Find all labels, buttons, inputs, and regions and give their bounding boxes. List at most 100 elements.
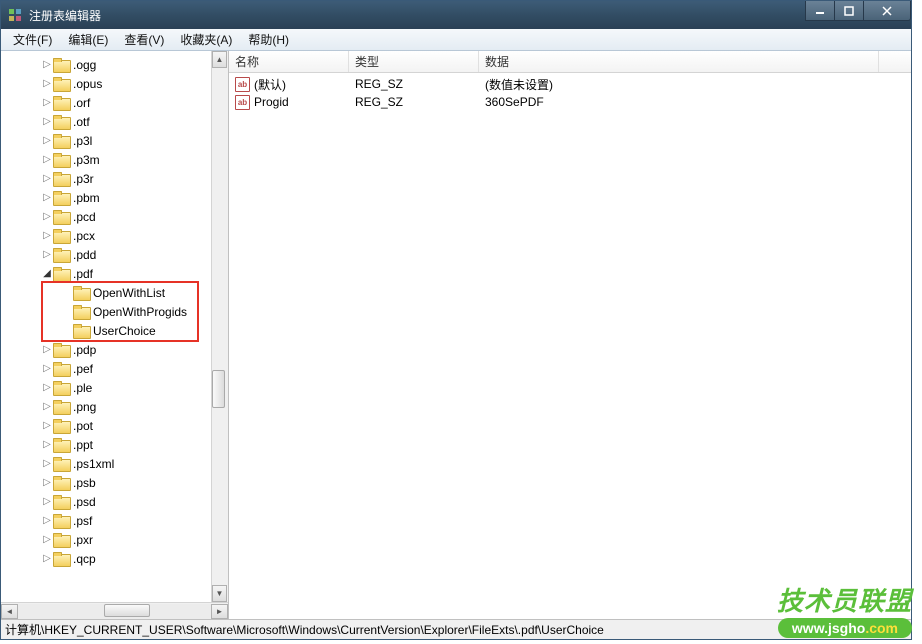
tree-item[interactable]: ▷ .qcp (1, 549, 228, 568)
tree-item-label: .orf (73, 96, 90, 110)
expand-icon[interactable]: ▷ (41, 230, 53, 241)
tree-item-label: .pdf (73, 267, 93, 281)
tree-pane: ▷.ogg▷.opus▷.orf▷.otf▷.p3l▷.p3m▷.p3r▷.pb… (1, 51, 229, 619)
expand-icon[interactable]: ▷ (41, 59, 53, 70)
menu-file[interactable]: 文件(F) (5, 29, 60, 50)
tree-item[interactable]: ▷ .psf (1, 511, 228, 530)
expand-icon[interactable]: ▷ (41, 401, 53, 412)
tree-item[interactable]: ▷.ogg (1, 55, 228, 74)
expand-icon[interactable]: ▷ (41, 553, 53, 564)
expand-icon[interactable]: ▷ (41, 515, 53, 526)
tree-item[interactable]: ▷.pcx (1, 226, 228, 245)
tree-item[interactable]: ▷ .pdd (1, 245, 228, 264)
expand-icon[interactable]: ▷ (41, 458, 53, 469)
titlebar[interactable]: 注册表编辑器 (1, 1, 911, 29)
menu-edit[interactable]: 编辑(E) (60, 29, 116, 50)
tree-item[interactable]: ▷.pbm (1, 188, 228, 207)
tree-item[interactable]: ▷.ppt (1, 435, 228, 454)
tree-item[interactable]: ▷ .pot (1, 416, 228, 435)
folder-icon (53, 400, 69, 414)
tree-item[interactable]: ▷.pdp (1, 340, 228, 359)
tree-item-label: .pcd (73, 210, 96, 224)
tree-item-label: .p3r (73, 172, 94, 186)
scroll-up-arrow-icon[interactable]: ▲ (212, 51, 227, 68)
minimize-button[interactable] (805, 1, 835, 21)
tree-item-label: OpenWithList (93, 286, 165, 300)
col-header-type[interactable]: 类型 (349, 51, 479, 72)
statusbar: 计算机\HKEY_CURRENT_USER\Software\Microsoft… (1, 619, 911, 639)
expand-icon[interactable]: ▷ (41, 135, 53, 146)
list-body[interactable]: ab(默认)REG_SZ(数值未设置)abProgidREG_SZ360SePD… (229, 73, 911, 619)
tree-item[interactable]: ◢ .pdf (1, 264, 228, 283)
tree-item[interactable]: ▷.psb (1, 473, 228, 492)
tree-item[interactable]: UserChoice (1, 321, 228, 340)
folder-icon (53, 96, 69, 110)
expand-icon[interactable]: ▷ (41, 344, 53, 355)
tree-item-label: .pdd (73, 248, 96, 262)
folder-icon (53, 438, 69, 452)
tree-item-label: .pot (73, 419, 93, 433)
tree-item[interactable]: ▷ .orf (1, 93, 228, 112)
scroll-left-arrow-icon[interactable]: ◄ (1, 604, 18, 619)
expand-icon[interactable]: ▷ (41, 173, 53, 184)
horizontal-scroll-thumb[interactable] (104, 604, 150, 617)
menu-favorites[interactable]: 收藏夹(A) (172, 29, 240, 50)
tree-item-label: .ple (73, 381, 92, 395)
tree-item[interactable]: ▷ .otf (1, 112, 228, 131)
maximize-button[interactable] (834, 1, 864, 21)
folder-icon (53, 552, 69, 566)
expand-icon[interactable]: ▷ (41, 382, 53, 393)
scroll-right-arrow-icon[interactable]: ► (211, 604, 228, 619)
tree-item[interactable]: OpenWithList (1, 283, 228, 302)
tree-item[interactable]: ▷ .pcd (1, 207, 228, 226)
col-header-name[interactable]: 名称 (229, 51, 349, 72)
expand-icon[interactable]: ▷ (41, 534, 53, 545)
expand-icon[interactable]: ▷ (41, 420, 53, 431)
expand-icon[interactable]: ▷ (41, 192, 53, 203)
collapse-icon[interactable]: ◢ (41, 268, 53, 279)
tree-item-label: .psf (73, 514, 92, 528)
tree-horizontal-scrollbar[interactable]: ◄ ► (1, 602, 228, 619)
folder-icon (53, 343, 69, 357)
tree-view[interactable]: ▷.ogg▷.opus▷.orf▷.otf▷.p3l▷.p3m▷.p3r▷.pb… (1, 51, 228, 602)
folder-icon (53, 533, 69, 547)
expand-icon[interactable]: ▷ (41, 477, 53, 488)
expand-icon[interactable]: ▷ (41, 249, 53, 260)
folder-icon (53, 191, 69, 205)
list-row[interactable]: ab(默认)REG_SZ(数值未设置) (229, 75, 911, 93)
tree-item-label: .pef (73, 362, 93, 376)
expand-icon[interactable]: ▷ (41, 154, 53, 165)
tree-item[interactable]: ▷.psd (1, 492, 228, 511)
folder-icon (53, 115, 69, 129)
menu-help[interactable]: 帮助(H) (240, 29, 297, 50)
close-button[interactable] (863, 1, 911, 21)
expand-icon[interactable]: ▷ (41, 496, 53, 507)
tree-item[interactable]: ▷.p3m (1, 150, 228, 169)
tree-item[interactable]: ▷.opus (1, 74, 228, 93)
scroll-down-arrow-icon[interactable]: ▼ (212, 585, 227, 602)
expand-icon[interactable]: ▷ (41, 211, 53, 222)
expand-icon[interactable]: ▷ (41, 78, 53, 89)
vertical-scroll-thumb[interactable] (212, 370, 225, 408)
menu-view[interactable]: 查看(V) (116, 29, 172, 50)
tree-item[interactable]: ▷ .ps1xml (1, 454, 228, 473)
tree-item-label: .otf (73, 115, 90, 129)
tree-item[interactable]: ▷ .ple (1, 378, 228, 397)
expand-icon[interactable]: ▷ (41, 439, 53, 450)
tree-item[interactable]: ▷.pxr (1, 530, 228, 549)
tree-item-label: .ps1xml (73, 457, 114, 471)
reg-string-icon: ab (235, 77, 250, 92)
tree-item-label: .qcp (73, 552, 96, 566)
list-row[interactable]: abProgidREG_SZ360SePDF (229, 93, 911, 111)
tree-item[interactable]: ▷.p3l (1, 131, 228, 150)
tree-item[interactable]: ▷ .pef (1, 359, 228, 378)
expand-icon[interactable]: ▷ (41, 116, 53, 127)
tree-item[interactable]: OpenWithProgids (1, 302, 228, 321)
expand-icon[interactable]: ▷ (41, 363, 53, 374)
reg-string-icon: ab (235, 95, 250, 110)
tree-vertical-scrollbar[interactable]: ▲ ▼ (211, 51, 228, 602)
expand-icon[interactable]: ▷ (41, 97, 53, 108)
tree-item[interactable]: ▷.png (1, 397, 228, 416)
col-header-data[interactable]: 数据 (479, 51, 879, 72)
tree-item[interactable]: ▷ .p3r (1, 169, 228, 188)
